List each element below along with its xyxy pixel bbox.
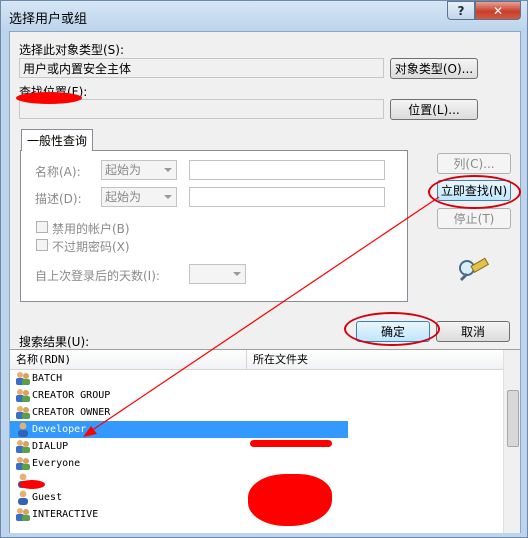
object-types-button[interactable]: 对象类型(O)...	[390, 58, 478, 79]
description-mode-value: 起始为	[105, 190, 142, 204]
row-name: Developer	[32, 424, 87, 435]
days-since-logon-select[interactable]	[189, 264, 246, 284]
redaction-mark	[19, 480, 45, 489]
name-mode-select[interactable]: 起始为	[101, 160, 177, 180]
non-expiring-password-checkbox[interactable]	[36, 239, 48, 251]
dialog-client: 选择此对象类型(S): 用户或内置安全主体 对象类型(O)... 查找位置(F)…	[9, 31, 521, 533]
description-input[interactable]	[189, 187, 385, 207]
name-label: 名称(A):	[35, 165, 81, 179]
name-input[interactable]	[189, 160, 385, 180]
group-icon	[16, 457, 30, 470]
close-icon: ✕	[492, 3, 504, 18]
chevron-down-icon	[233, 272, 241, 276]
table-row[interactable]: Everyone	[10, 455, 504, 472]
description-label: 描述(D):	[35, 192, 82, 206]
disabled-accounts-label: 禁用的帐户(B)	[52, 222, 130, 236]
search-results-label: 搜索结果(U):	[19, 335, 90, 349]
group-icon	[16, 440, 30, 453]
title-bar[interactable]: 选择用户或组 ? ✕	[1, 1, 527, 31]
row-name: INTERACTIVE	[32, 509, 99, 520]
days-since-logon-label: 自上次登录后的天数(I):	[35, 269, 160, 283]
tab-general-query[interactable]: 一般性查询	[21, 129, 93, 151]
location-value	[19, 99, 384, 119]
row-name: CREATOR OWNER	[32, 407, 111, 418]
help-button[interactable]: ?	[447, 1, 475, 20]
chevron-down-icon	[164, 168, 172, 172]
column-header-name[interactable]: 名称(RDN)	[10, 350, 247, 370]
row-name: BATCH	[32, 373, 63, 384]
columns-button[interactable]: 列(C)...	[437, 153, 511, 174]
column-header-folder[interactable]: 所在文件夹	[247, 350, 504, 370]
ok-button[interactable]: 确定	[356, 321, 430, 342]
group-icon	[16, 406, 30, 419]
find-now-button[interactable]: 立即查找(N)	[437, 180, 511, 201]
table-row[interactable]: Developer	[10, 421, 348, 438]
query-panel: 名称(A): 起始为 描述(D): 起始为 禁用的帐户(B) 不过期密码(X) …	[20, 150, 408, 302]
cancel-button[interactable]: 取消	[436, 321, 510, 342]
row-name: CREATOR GROUP	[32, 390, 111, 401]
chevron-down-icon	[164, 195, 172, 199]
stop-button[interactable]: 停止(T)	[437, 208, 511, 229]
object-type-label: 选择此对象类型(S):	[19, 43, 125, 57]
table-row[interactable]: BATCH	[10, 370, 504, 387]
locations-button[interactable]: 位置(L)...	[390, 99, 478, 120]
redaction-mark	[250, 440, 332, 447]
group-icon	[16, 372, 30, 385]
table-row[interactable]: CREATOR OWNER	[10, 404, 504, 421]
non-expiring-password-label: 不过期密码(X)	[52, 240, 130, 254]
close-button[interactable]: ✕	[475, 1, 521, 20]
window-title: 选择用户或组	[9, 12, 88, 27]
disabled-accounts-checkbox[interactable]	[36, 221, 48, 233]
dialog-window: 选择用户或组 ? ✕ 选择此对象类型(S): 用户或内置安全主体 对象类型(O)…	[0, 0, 528, 538]
redaction-mark	[16, 92, 82, 104]
help-icon: ?	[457, 3, 465, 18]
row-name: DIALUP	[32, 441, 69, 452]
object-type-value: 用户或内置安全主体	[19, 58, 384, 78]
table-row[interactable]: CREATOR GROUP	[10, 387, 504, 404]
scrollbar-thumb[interactable]	[507, 390, 519, 447]
group-icon	[16, 389, 30, 402]
user-icon	[18, 490, 28, 505]
redaction-mark	[248, 474, 332, 526]
vertical-scrollbar[interactable]	[503, 350, 520, 533]
row-name: Everyone	[32, 458, 81, 469]
description-mode-select[interactable]: 起始为	[101, 187, 177, 207]
search-flashlight-icon	[459, 257, 490, 282]
results-list[interactable]: 名称(RDN) 所在文件夹 BATCH CREATOR GROUP CREATOR …	[10, 349, 520, 533]
user-icon	[18, 422, 28, 437]
name-mode-value: 起始为	[105, 163, 142, 177]
row-name: Guest	[32, 492, 63, 503]
group-icon	[16, 508, 30, 521]
